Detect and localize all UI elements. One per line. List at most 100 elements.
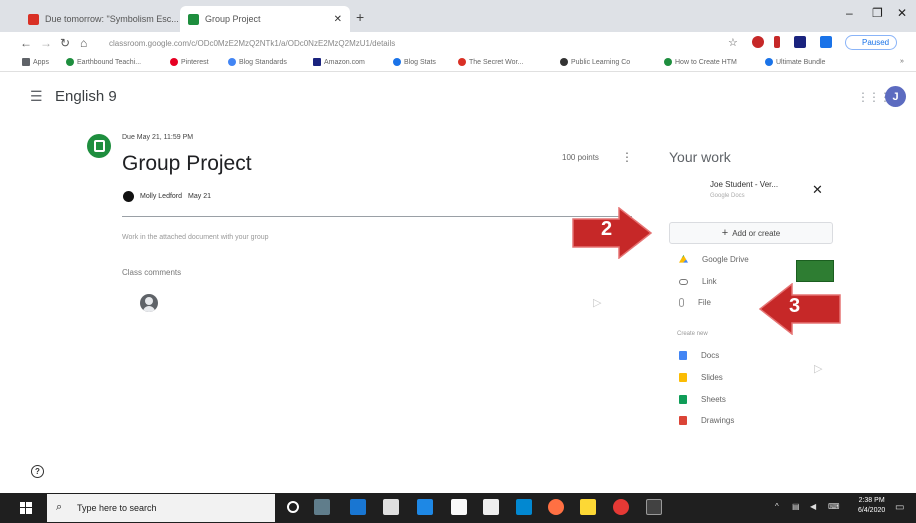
- add-or-create-button[interactable]: + Add or create: [669, 222, 833, 244]
- menu-item-drawings[interactable]: Drawings: [679, 416, 734, 425]
- taskbar-search-input[interactable]: Type here to search: [47, 494, 275, 522]
- classroom-favicon-icon: [188, 13, 199, 25]
- send-comment-icon[interactable]: ▷: [593, 296, 601, 309]
- callout-number: 3: [789, 295, 801, 317]
- network-icon[interactable]: ▤: [792, 502, 800, 511]
- bookmarks-bar: Apps Earthbound Teachi... Pinterest Blog…: [0, 54, 916, 72]
- apps-grid-icon: [22, 58, 30, 66]
- bookmark-item[interactable]: How to Create HTM: [664, 58, 737, 66]
- bookmark-favicon-icon: [765, 58, 773, 66]
- clock-time: 2:38 PM: [858, 497, 885, 504]
- page-title: Group Project: [122, 152, 252, 175]
- windows-start-icon[interactable]: [20, 502, 32, 514]
- notifications-icon[interactable]: ▭: [895, 502, 904, 513]
- taskbar-clock[interactable]: 2:38 PM 6/4/2020: [858, 496, 885, 516]
- maximize-icon[interactable]: ❐: [872, 6, 883, 20]
- chrome-icon[interactable]: [548, 499, 564, 515]
- back-icon[interactable]: ←: [20, 36, 32, 50]
- google-drive-icon: [679, 255, 688, 263]
- bookmark-item[interactable]: The Secret Wor...: [458, 58, 523, 66]
- bookmark-favicon-icon: [228, 58, 236, 66]
- close-icon[interactable]: ✕: [897, 6, 907, 20]
- menu-item-sheets[interactable]: Sheets: [679, 395, 726, 404]
- address-input[interactable]: classroom.google.com/c/ODc0MzE2MzQ2NTk1/…: [95, 35, 695, 51]
- author-avatar: [123, 191, 134, 202]
- extension-icon[interactable]: [794, 36, 806, 48]
- course-title[interactable]: English 9: [55, 88, 117, 105]
- calculator-icon[interactable]: [483, 499, 499, 515]
- add-or-create-label: Add or create: [732, 228, 781, 238]
- send-icon[interactable]: ▷: [814, 362, 822, 375]
- extension-icon[interactable]: [752, 36, 764, 48]
- bookmark-star-icon[interactable]: ☆: [728, 36, 738, 49]
- remove-attachment-icon[interactable]: ✕: [812, 182, 823, 198]
- plus-icon[interactable]: +: [356, 9, 364, 25]
- bookmark-favicon-icon: [393, 58, 401, 66]
- bookmark-item[interactable]: Pinterest: [170, 58, 209, 66]
- bookmark-item[interactable]: Apps: [22, 58, 49, 66]
- tray-chevron-icon[interactable]: ^: [775, 502, 779, 511]
- app-icon[interactable]: [646, 499, 662, 515]
- more-options-icon[interactable]: ⋮: [621, 150, 633, 164]
- help-icon[interactable]: ?: [31, 465, 44, 478]
- paperclip-icon: [679, 298, 684, 307]
- profile-paused-chip[interactable]: Paused: [845, 35, 897, 50]
- more-bookmarks-icon[interactable]: »: [900, 58, 904, 65]
- assignment-icon: [87, 134, 111, 158]
- bookmark-item[interactable]: Blog Standards: [228, 58, 287, 66]
- hamburger-menu-icon[interactable]: ☰: [30, 88, 43, 105]
- menu-item-google-drive[interactable]: Google Drive: [679, 255, 749, 264]
- app-icon[interactable]: [516, 499, 532, 515]
- store-icon[interactable]: [383, 499, 399, 515]
- avatar[interactable]: J: [885, 86, 906, 107]
- bookmark-item[interactable]: Public Learning Co: [560, 58, 630, 66]
- your-work-title: Your work: [669, 149, 731, 165]
- app-icon[interactable]: [451, 499, 467, 515]
- language-icon[interactable]: ⌨: [828, 502, 840, 511]
- tab-gmail[interactable]: Due tomorrow: "Symbolism Esc... ✕: [20, 6, 180, 32]
- bookmark-item[interactable]: Blog Stats: [393, 58, 436, 66]
- bookmark-favicon-icon: [458, 58, 466, 66]
- extension-icon[interactable]: [820, 36, 832, 48]
- drawings-icon: [679, 416, 687, 425]
- docs-icon: [679, 351, 687, 360]
- comment-avatar: [140, 294, 158, 312]
- author-name: Molly Ledford: [140, 193, 183, 200]
- minimize-icon[interactable]: –: [846, 6, 853, 20]
- app-icon[interactable]: [613, 499, 629, 515]
- tab-group-project[interactable]: Group Project ✕: [180, 6, 350, 32]
- browser-tab-bar: Due tomorrow: "Symbolism Esc... ✕ Group …: [0, 0, 916, 32]
- tab-close-icon[interactable]: ✕: [334, 14, 342, 25]
- sheets-icon: [679, 395, 687, 404]
- home-icon[interactable]: ⌂: [80, 36, 87, 50]
- pinterest-icon: [170, 58, 178, 66]
- volume-icon[interactable]: ◀: [810, 502, 816, 511]
- cortana-icon[interactable]: [287, 501, 299, 513]
- search-icon: ⌕: [56, 501, 63, 513]
- attached-file-name[interactable]: Joe Student - Ver...: [710, 180, 778, 189]
- extension-icon[interactable]: [774, 36, 780, 48]
- menu-item-slides[interactable]: Slides: [679, 373, 723, 382]
- amazon-icon: [313, 58, 321, 66]
- menu-item-file[interactable]: File: [679, 298, 711, 307]
- author-date: May 21: [188, 193, 211, 200]
- bookmark-item[interactable]: Amazon.com: [313, 58, 365, 66]
- class-comments-label: Class comments: [122, 268, 182, 277]
- clock-date: 6/4/2020: [858, 507, 886, 514]
- menu-item-link[interactable]: Link: [679, 277, 717, 286]
- sticky-notes-icon[interactable]: [580, 499, 596, 515]
- slides-icon: [679, 373, 687, 382]
- author-line: Molly Ledford May 21: [123, 191, 211, 202]
- reload-icon[interactable]: ↻: [60, 36, 70, 50]
- app-icon[interactable]: [350, 499, 366, 515]
- attached-file-card[interactable]: [668, 171, 834, 211]
- app-icon[interactable]: [417, 499, 433, 515]
- bookmark-item[interactable]: Ultimate Bundle: [765, 58, 825, 66]
- link-icon: [679, 278, 688, 285]
- task-view-icon[interactable]: [314, 499, 330, 515]
- bookmark-item[interactable]: Earthbound Teachi...: [66, 58, 141, 66]
- bookmark-favicon-icon: [66, 58, 74, 66]
- forward-icon[interactable]: →: [40, 36, 52, 50]
- menu-item-docs[interactable]: Docs: [679, 351, 719, 360]
- assignment-instructions: Work in the attached document with your …: [122, 234, 269, 241]
